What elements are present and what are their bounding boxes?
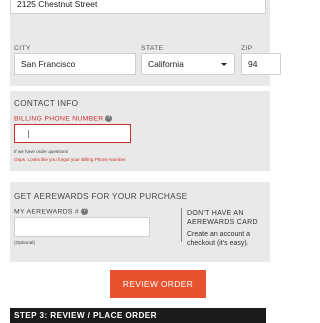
aerewards-section: GET AEREWARDS FOR YOUR PURCHASE MY AEREW… [10,182,270,262]
optional-hint: (Optional) [14,241,36,246]
no-card-heading-line-1: DON'T HAVE AN [187,210,244,217]
create-account-text: Create an account a checkout (it's easy)… [187,230,250,248]
city-value: San Francisco [21,59,76,69]
no-card-heading-line-2: AEREWARDS CARD [187,219,258,226]
billing-phone-label-text: BILLING PHONE NUMBER [14,115,104,123]
aerewards-number-label-text: MY AEREWARDS # [14,208,80,216]
contact-info-title: CONTACT INFO [14,99,79,108]
zip-input[interactable]: 94 [241,53,281,75]
state-select[interactable]: California [141,53,235,75]
create-account-line-2: checkout (it's easy). [187,240,249,247]
text-cursor-icon [28,130,29,138]
zip-value: 94 [248,59,258,69]
state-value: California [148,59,184,69]
billing-phone-input[interactable] [14,124,131,143]
street-address-input[interactable]: 2125 Chestnut Street [10,0,266,14]
help-icon[interactable]: ? [105,115,113,122]
address-section: 2125 Chestnut Street CITY STATE ZIP San … [10,0,281,86]
aerewards-title: GET AEREWARDS FOR YOUR PURCHASE [14,192,188,201]
review-order-button[interactable]: REVIEW ORDER [110,270,206,298]
zip-label: ZIP [241,45,253,52]
contact-info-section: CONTACT INFO BILLING PHONE NUMBER? If we… [10,91,270,171]
help-icon[interactable]: ? [81,208,89,215]
step-3-header: STEP 3: REVIEW / PLACE ORDER [10,308,266,323]
create-account-line-1[interactable]: Create an account a [187,230,250,239]
aerewards-number-input[interactable] [14,217,150,237]
city-label: CITY [14,45,31,52]
no-card-heading: DON'T HAVE AN AEREWARDS CARD [187,209,258,227]
phone-helper-text: If we have order questions [14,149,68,154]
city-input[interactable]: San Francisco [14,53,136,75]
state-label: STATE [141,45,164,52]
chevron-down-icon [221,63,227,66]
aerewards-number-label: MY AEREWARDS #? [14,208,89,216]
billing-phone-label: BILLING PHONE NUMBER? [14,115,113,123]
phone-error-message: Oops. Looks like you forgot your Billing… [14,157,127,162]
street-address-value: 2125 Chestnut Street [17,0,98,9]
vertical-divider [181,208,182,242]
